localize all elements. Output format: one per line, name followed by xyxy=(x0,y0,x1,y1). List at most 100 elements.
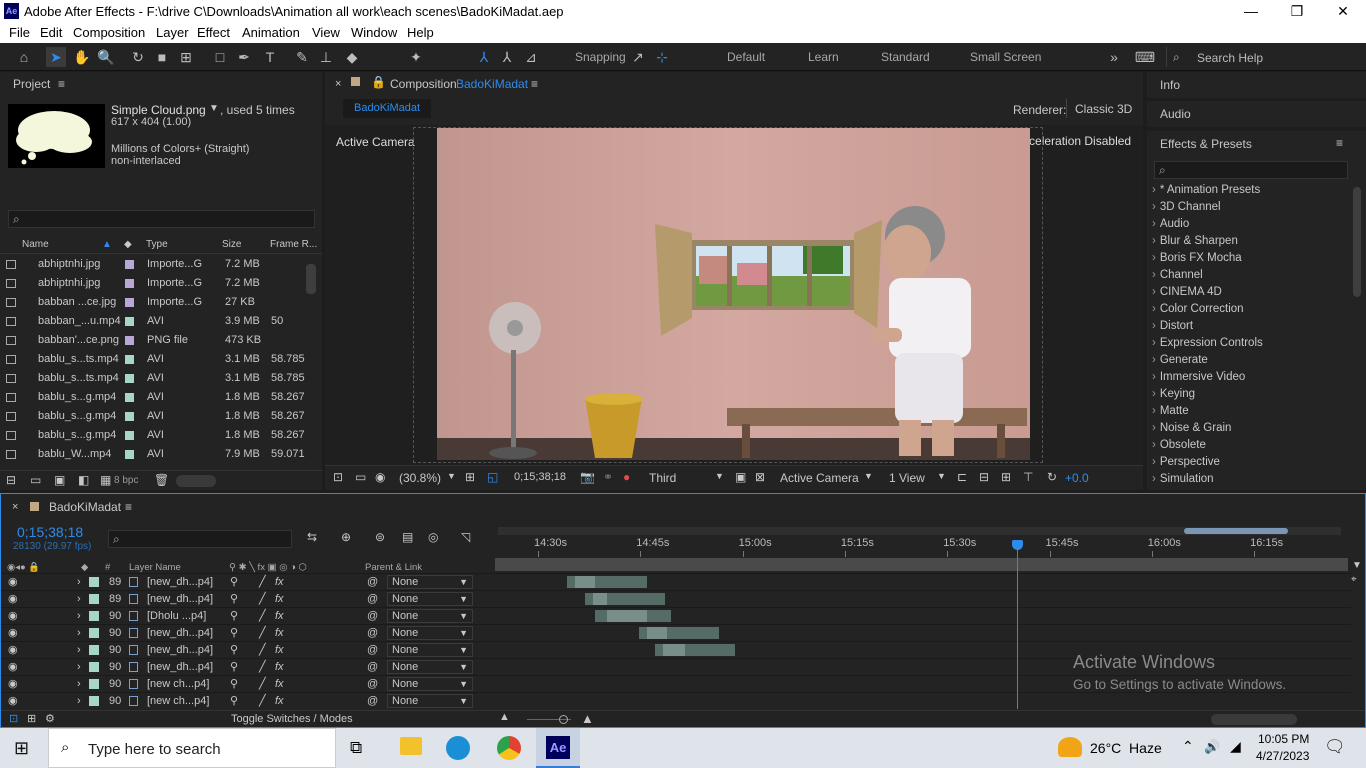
project-row-label-swatch[interactable] xyxy=(125,374,134,383)
project-hscroll[interactable] xyxy=(176,475,216,487)
visibility-eye-icon[interactable]: ◉ xyxy=(8,608,18,624)
toggle-pixel-icon[interactable]: ⊏ xyxy=(957,470,967,484)
task-view-icon[interactable]: ⧉ xyxy=(350,738,362,758)
project-row-label-swatch[interactable] xyxy=(125,412,134,421)
quality-switch-icon[interactable]: ╱ xyxy=(259,625,266,641)
resolution-select[interactable]: Third xyxy=(649,471,725,485)
effects-category[interactable]: › 3D Channel xyxy=(1152,201,1221,213)
workspace-standard[interactable]: Standard xyxy=(881,50,930,64)
project-row-label-swatch[interactable] xyxy=(125,450,134,459)
fx-switch-icon[interactable]: fx xyxy=(275,659,284,675)
effects-category[interactable]: › Obsolete xyxy=(1152,439,1206,451)
views-select[interactable]: 1 View xyxy=(889,471,925,485)
local-axis-icon[interactable]: ⅄ xyxy=(474,47,494,67)
notification-icon[interactable]: 🗨 xyxy=(1324,737,1346,757)
project-search-input[interactable]: ⌕ xyxy=(8,210,315,228)
reset-exposure-icon[interactable]: ↻ xyxy=(1047,470,1057,484)
expand-layer-chevron-icon[interactable]: › xyxy=(77,608,81,624)
color-depth-icon[interactable]: ▦ xyxy=(100,473,111,487)
sort-ascending-icon[interactable]: ▲ xyxy=(102,236,112,254)
project-item-name[interactable]: Simple Cloud.png xyxy=(111,103,206,117)
effects-category[interactable]: › Audio xyxy=(1152,218,1189,230)
timeline-tab[interactable]: BadoKiMadat xyxy=(49,500,121,514)
timeline-icon[interactable]: ⊞ xyxy=(1001,470,1011,484)
draft-3d-icon[interactable]: ⊕ xyxy=(341,530,351,544)
world-axis-icon[interactable]: ⅄ xyxy=(497,47,517,67)
zoom-tool-icon[interactable]: 🔍 xyxy=(96,47,116,67)
project-row-label-swatch[interactable] xyxy=(125,260,134,269)
layer-name[interactable]: [new_dh...p4] xyxy=(147,574,213,590)
search-help-box[interactable]: ⌕ Search Help xyxy=(1166,47,1362,67)
graph-editor-icon[interactable]: ◹ xyxy=(461,530,470,544)
visibility-eye-icon[interactable]: ◉ xyxy=(8,591,18,607)
exposure-value[interactable]: +0.0 xyxy=(1065,471,1089,485)
network-icon[interactable]: ◢ xyxy=(1230,738,1241,755)
effects-category[interactable]: › Noise & Grain xyxy=(1152,422,1231,434)
workspaces-more-icon[interactable]: » xyxy=(1104,47,1124,67)
work-area-range[interactable] xyxy=(1184,528,1288,534)
project-row-label-swatch[interactable] xyxy=(125,317,134,326)
fast-preview-icon[interactable]: ⊠ xyxy=(755,470,765,484)
shy-layers-icon[interactable]: ⊜ xyxy=(375,530,385,544)
effects-scrollbar[interactable] xyxy=(1353,187,1361,297)
snapshot-icon[interactable]: 📷 xyxy=(580,470,595,484)
clock-date[interactable]: 4/27/2023 xyxy=(1256,749,1309,763)
composition-viewer[interactable]: Active Camera Display Acceleration Disab… xyxy=(325,125,1143,465)
pan-behind-tool-icon[interactable]: ⊞ xyxy=(176,47,196,67)
timeline-timecode[interactable]: 0;15;38;18 xyxy=(17,524,83,540)
quality-switch-icon[interactable]: ╱ xyxy=(259,693,266,709)
effects-category[interactable]: › * Animation Presets xyxy=(1152,184,1260,196)
layer-row[interactable]: ◉ › 90 [new ch...p4] ⚲ ╱ fx @ None ▼ xyxy=(1,692,1351,709)
layer-duration-bar[interactable] xyxy=(655,644,735,656)
layer-row[interactable]: ◉ › 90 [Dholu ...p4] ⚲ ╱ fx @ None ▼ xyxy=(1,607,1351,624)
project-row[interactable]: babban_...u.mp4 AVI 3.9 MB 50 xyxy=(0,312,320,331)
layer-row[interactable]: ◉ › 90 [new_dh...p4] ⚲ ╱ fx @ None ▼ xyxy=(1,624,1351,641)
zoom-in-icon[interactable]: ▲ xyxy=(581,711,594,726)
layer-label-swatch[interactable] xyxy=(89,696,99,706)
project-row[interactable]: bablu_s...g.mp4 AVI 1.8 MB 58.267 xyxy=(0,407,320,426)
preview-mask-icon[interactable]: ◉ xyxy=(375,470,385,484)
project-panel-title[interactable]: Project xyxy=(13,77,50,91)
comp-viewer-tab[interactable]: BadoKiMadat xyxy=(343,99,431,118)
home-icon[interactable]: ⌂ xyxy=(14,47,34,67)
layer-name[interactable]: [new_dh...p4] xyxy=(147,625,213,641)
scroll-marker-icon[interactable]: ⌖ xyxy=(1351,574,1357,585)
col-type[interactable]: Type xyxy=(146,236,168,254)
scroll-up-icon[interactable]: ▼ xyxy=(1352,560,1362,571)
transparency-grid-icon[interactable]: ▣ xyxy=(735,470,746,484)
col-name[interactable]: Name xyxy=(22,236,49,254)
expand-layer-chevron-icon[interactable]: › xyxy=(77,625,81,641)
fx-switch-icon[interactable]: fx xyxy=(275,608,284,624)
layer-label-swatch[interactable] xyxy=(89,645,99,655)
quality-switch-icon[interactable]: ╱ xyxy=(259,608,266,624)
parent-select[interactable]: None ▼ xyxy=(387,609,473,623)
project-scrollbar[interactable] xyxy=(306,264,316,294)
layer-name[interactable]: [new ch...p4] xyxy=(147,693,209,709)
menu-view[interactable]: View xyxy=(312,25,340,40)
parent-select[interactable]: None ▼ xyxy=(387,677,473,691)
layer-duration-bar[interactable] xyxy=(639,627,719,639)
project-row[interactable]: babban'...ce.png PNG file 473 KB xyxy=(0,331,320,350)
comp-mini-flowchart-icon[interactable]: ⇆ xyxy=(307,530,317,544)
camera-tool-icon[interactable]: ■ xyxy=(152,47,172,67)
expand-layer-chevron-icon[interactable]: › xyxy=(77,676,81,692)
zoom-out-icon[interactable]: ▲ xyxy=(499,711,510,723)
menu-layer[interactable]: Layer xyxy=(156,25,189,40)
effects-category[interactable]: › Distort xyxy=(1152,320,1193,332)
layer-label-swatch[interactable] xyxy=(89,628,99,638)
timeline-vscroll[interactable]: ▼ ⌖ xyxy=(1351,560,1363,585)
project-row-label-swatch[interactable] xyxy=(125,431,134,440)
layer-duration-bar[interactable] xyxy=(585,593,665,605)
layer-name[interactable]: [new_dh...p4] xyxy=(147,591,213,607)
taskbar-search-box[interactable]: ⌕ Type here to search xyxy=(48,728,336,768)
label-tag-icon[interactable]: ◆ xyxy=(124,236,132,254)
show-snapshot-icon[interactable]: ⚭ xyxy=(603,470,613,484)
project-row[interactable]: bablu_W...mp4 AVI 7.9 MB 59.071 xyxy=(0,445,320,464)
chrome-browser-icon[interactable] xyxy=(497,736,521,760)
fx-switch-icon[interactable]: fx xyxy=(275,693,284,709)
close-comp-icon[interactable]: × xyxy=(335,78,341,90)
project-row[interactable]: bablu_s...ts.mp4 AVI 3.1 MB 58.785 xyxy=(0,350,320,369)
workspace-learn[interactable]: Learn xyxy=(808,50,839,64)
layer-name[interactable]: [Dholu ...p4] xyxy=(147,608,206,624)
effects-category[interactable]: › Channel xyxy=(1152,269,1203,281)
